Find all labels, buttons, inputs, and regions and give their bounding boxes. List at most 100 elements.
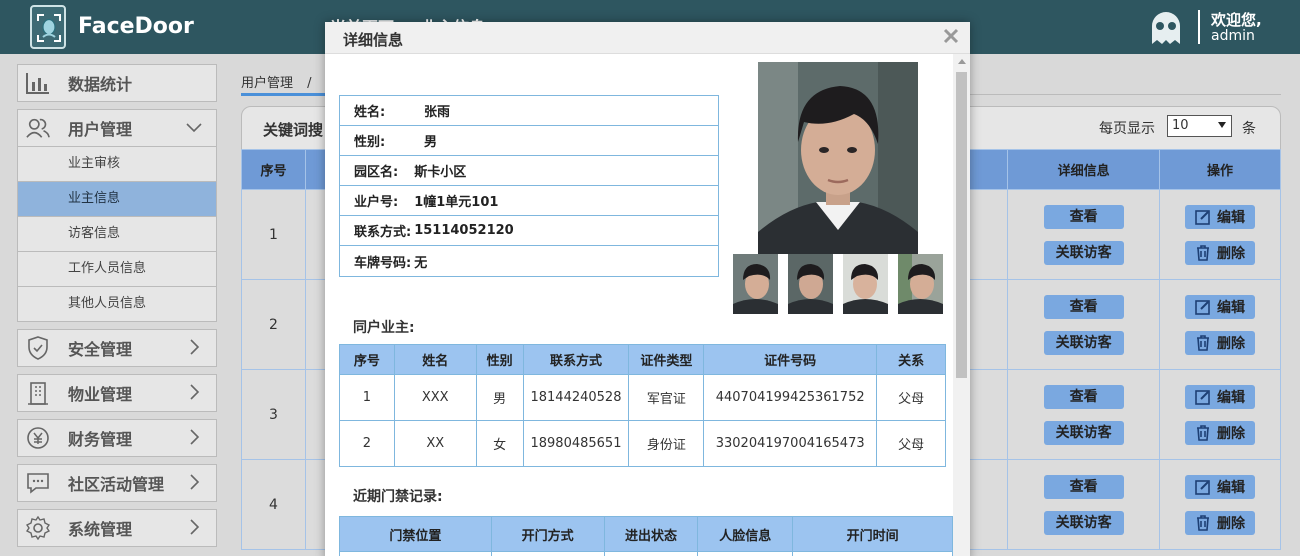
delete-button[interactable]: 删除 bbox=[1185, 510, 1256, 535]
row-ops: 编辑 删除 bbox=[1159, 189, 1281, 280]
chevron-right-icon bbox=[190, 339, 200, 355]
view-button[interactable]: 查看 bbox=[1043, 204, 1124, 229]
field-value: 张雨 bbox=[424, 105, 451, 120]
nav-label: 物业管理 bbox=[68, 385, 133, 404]
co-cell: 440704199425361752 bbox=[703, 374, 878, 421]
modal-header: 详细信息 bbox=[325, 22, 970, 54]
delete-button[interactable]: 删除 bbox=[1185, 330, 1256, 355]
sidebar-item-visitor-info[interactable]: 访客信息 bbox=[18, 217, 216, 252]
close-icon[interactable] bbox=[943, 28, 959, 44]
modal-title: 详细信息 bbox=[343, 31, 404, 49]
col-detail: 详细信息 bbox=[1007, 149, 1161, 190]
delete-label: 删除 bbox=[1217, 245, 1246, 262]
field-value: 斯卡小区 bbox=[414, 165, 467, 180]
per-page-label: 每页显示 bbox=[1099, 121, 1155, 137]
chevron-down-icon bbox=[186, 123, 202, 133]
rec-cell bbox=[339, 551, 492, 556]
delete-button[interactable]: 删除 bbox=[1185, 240, 1256, 265]
row-detail: 查看 关联访客 bbox=[1007, 369, 1161, 460]
nav-system[interactable]: 系统管理 bbox=[17, 509, 217, 547]
edit-button[interactable]: 编辑 bbox=[1185, 384, 1256, 409]
modal-scrollbar[interactable] bbox=[953, 54, 970, 556]
sidebar-item-owner-info[interactable]: 业主信息 bbox=[18, 182, 216, 217]
nav-finance[interactable]: 财务管理 bbox=[17, 419, 217, 457]
delete-label: 删除 bbox=[1217, 515, 1246, 532]
scroll-thumb[interactable] bbox=[956, 72, 967, 378]
row-index: 3 bbox=[241, 369, 306, 460]
rec-cell bbox=[603, 551, 699, 556]
nav-label: 社区活动管理 bbox=[68, 475, 165, 494]
edit-button[interactable]: 编辑 bbox=[1185, 474, 1256, 499]
chat-icon bbox=[26, 471, 50, 495]
row-ops: 编辑 删除 bbox=[1159, 459, 1281, 550]
sidebar-item-staff-info[interactable]: 工作人员信息 bbox=[18, 252, 216, 287]
chevron-right-icon bbox=[190, 384, 200, 400]
field-value: 无 bbox=[414, 255, 428, 271]
view-button[interactable]: 查看 bbox=[1043, 294, 1124, 319]
co-cell: XXX bbox=[393, 374, 477, 421]
sidebar-item-owner-review[interactable]: 业主审核 bbox=[18, 147, 216, 182]
nav-label: 用户管理 bbox=[68, 120, 133, 139]
rec-cell bbox=[490, 551, 605, 556]
linked-visitors-button[interactable]: 关联访客 bbox=[1043, 240, 1124, 265]
face-thumbnail[interactable] bbox=[843, 254, 888, 314]
view-button[interactable]: 查看 bbox=[1043, 384, 1124, 409]
breadcrumb-separator: / bbox=[307, 76, 312, 91]
table-row bbox=[339, 551, 953, 556]
breadcrumb-accent bbox=[241, 93, 326, 96]
gear-icon bbox=[26, 516, 50, 540]
rec-col-location: 门禁位置 bbox=[339, 516, 492, 552]
field-key: 业户号: bbox=[354, 195, 399, 210]
ghost-avatar-icon[interactable] bbox=[1146, 8, 1186, 46]
table-row: 1 XXX 男 18144240528 军官证 4407041994253617… bbox=[339, 374, 946, 421]
view-button[interactable]: 查看 bbox=[1043, 474, 1124, 499]
linked-visitors-button[interactable]: 关联访客 bbox=[1043, 510, 1124, 535]
nav-security[interactable]: 安全管理 bbox=[17, 329, 217, 367]
co-cell: 身份证 bbox=[628, 420, 705, 467]
linked-visitors-button[interactable]: 关联访客 bbox=[1043, 330, 1124, 355]
nav-property[interactable]: 物业管理 bbox=[17, 374, 217, 412]
nav-label: 系统管理 bbox=[68, 520, 133, 539]
edit-button[interactable]: 编辑 bbox=[1185, 204, 1256, 229]
info-row-park: 园区名: 斯卡小区 bbox=[340, 156, 718, 186]
bar-chart-icon bbox=[26, 71, 50, 95]
brand-name: FaceDoor bbox=[78, 14, 194, 39]
co-cell: 2 bbox=[339, 420, 395, 467]
linked-visitors-button[interactable]: 关联访客 bbox=[1043, 420, 1124, 445]
edit-label: 编辑 bbox=[1217, 479, 1246, 496]
face-thumbnail[interactable] bbox=[898, 254, 943, 314]
row-ops: 编辑 删除 bbox=[1159, 279, 1281, 370]
breadcrumb-root[interactable]: 用户管理 bbox=[241, 76, 293, 91]
nav-data-stats[interactable]: 数据统计 bbox=[17, 64, 217, 102]
co-cell: 父母 bbox=[876, 420, 946, 467]
co-col-relation: 关系 bbox=[876, 344, 946, 375]
nav-user-management[interactable]: 用户管理 bbox=[17, 109, 217, 147]
face-thumbnail[interactable] bbox=[733, 254, 778, 314]
field-value: 1幢1单元101 bbox=[414, 195, 499, 210]
scroll-up-arrow-icon[interactable] bbox=[958, 59, 966, 64]
edit-icon bbox=[1195, 389, 1210, 405]
username[interactable]: admin bbox=[1211, 28, 1255, 44]
delete-button[interactable]: 删除 bbox=[1185, 420, 1256, 445]
edit-icon bbox=[1195, 299, 1210, 315]
trash-icon bbox=[1197, 244, 1210, 261]
co-col-phone: 联系方式 bbox=[522, 344, 630, 375]
owner-face-photo bbox=[758, 62, 918, 254]
per-page-select[interactable]: 10 bbox=[1167, 115, 1232, 137]
per-page-value: 10 bbox=[1172, 118, 1189, 133]
keyword-search-label: 关键词搜 bbox=[263, 121, 324, 139]
co-cell: 1 bbox=[339, 374, 395, 421]
sidebar-item-other-info[interactable]: 其他人员信息 bbox=[18, 287, 216, 322]
co-owner-title: 同户业主: bbox=[353, 320, 415, 336]
edit-icon bbox=[1195, 479, 1210, 495]
face-thumbnail[interactable] bbox=[788, 254, 833, 314]
sidebar: 数据统计 用户管理 业主审核 业主信息 访客信息 工作人员信息 其他人员信息 安… bbox=[17, 64, 217, 554]
chevron-right-icon bbox=[190, 519, 200, 535]
nav-community-activity[interactable]: 社区活动管理 bbox=[17, 464, 217, 502]
edit-button[interactable]: 编辑 bbox=[1185, 294, 1256, 319]
field-key: 性别: bbox=[354, 135, 386, 150]
co-col-id-type: 证件类型 bbox=[628, 344, 705, 375]
users-icon bbox=[26, 116, 50, 140]
shield-icon bbox=[26, 336, 50, 360]
field-key: 联系方式: bbox=[354, 225, 412, 240]
